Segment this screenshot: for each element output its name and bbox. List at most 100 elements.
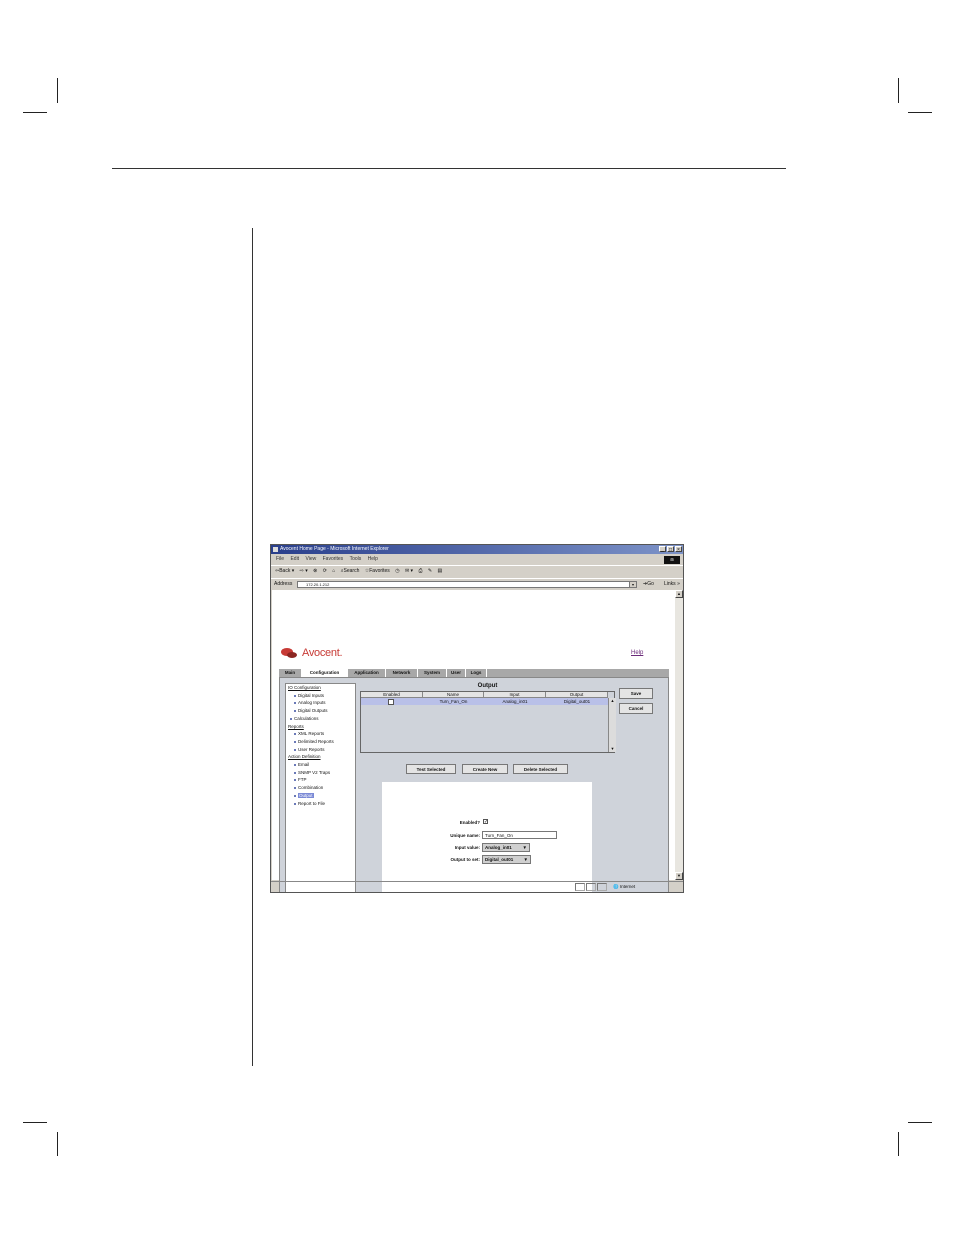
address-input[interactable]: 172.20.1.212 xyxy=(297,581,637,588)
status-bar: 🌐 Internet xyxy=(271,881,683,892)
stop-icon[interactable]: ⊗ xyxy=(313,568,317,574)
favorites-label: Favorites xyxy=(369,568,390,574)
delete-selected-button[interactable]: Delete Selected xyxy=(513,764,568,774)
scroll-down-icon[interactable]: ▼ xyxy=(675,872,683,880)
tree-reports[interactable]: Reports xyxy=(286,723,355,731)
tree-item-ftp[interactable]: FTP xyxy=(286,776,355,784)
tree-action-definition[interactable]: Action Definition xyxy=(286,753,355,761)
browser-window: Avocent Home Page - Microsoft Internet E… xyxy=(270,544,684,893)
tree-item-output-label: Output xyxy=(298,792,314,798)
tab-logs[interactable]: Logs xyxy=(466,669,487,677)
tree-io-configuration[interactable]: IO Configuration xyxy=(286,684,355,692)
input-value-text: Analog_in01 xyxy=(485,845,512,850)
tree-item-delimited-reports[interactable]: Delimited Reports xyxy=(286,738,355,746)
tab-main[interactable]: Main xyxy=(279,669,302,677)
enabled-checkbox[interactable]: ✓ xyxy=(483,819,488,825)
row-output: Digital_out01 xyxy=(563,699,591,704)
output-value-text: Digital_out01 xyxy=(485,857,514,862)
tree-item-calculations[interactable]: Calculations xyxy=(286,715,355,723)
row-input: Analog_in01 xyxy=(502,699,528,704)
margin-rule xyxy=(252,228,253,1066)
output-table-panel: Output Enabled Name Input Output Turn_Fa… xyxy=(360,683,616,753)
maximize-icon[interactable]: □ xyxy=(667,546,674,553)
links-button[interactable]: Links » xyxy=(664,579,680,590)
home-icon[interactable]: ⌂ xyxy=(332,568,335,574)
menu-tools[interactable]: Tools xyxy=(350,556,362,562)
internet-zone: 🌐 Internet xyxy=(613,884,636,889)
tree-item-analog-inputs[interactable]: Analog Inputs xyxy=(286,699,355,707)
help-link[interactable]: Help xyxy=(631,650,643,656)
menu-view[interactable]: View xyxy=(305,556,316,562)
panel-title: Output xyxy=(477,683,498,689)
crop-mark-bottom-right-h xyxy=(908,1122,932,1123)
discuss-icon[interactable]: ▤ xyxy=(437,568,442,574)
tree-item-output[interactable]: Output xyxy=(286,792,355,800)
forward-icon[interactable]: ⇨ ▾ xyxy=(300,568,308,574)
scroll-up-icon[interactable]: ▲ xyxy=(675,590,683,598)
scroll-up-icon[interactable]: ▲ xyxy=(609,698,616,704)
back-button[interactable]: ⇦Back ▾ xyxy=(275,568,294,574)
refresh-icon[interactable]: ⟳ xyxy=(323,568,327,574)
tree-item-combination[interactable]: Combination xyxy=(286,784,355,792)
tree-item-digital-outputs[interactable]: Digital Outputs xyxy=(286,707,355,715)
tab-user[interactable]: User xyxy=(447,669,466,677)
status-segment xyxy=(586,883,596,891)
output-to-set-select[interactable]: Digital_out01 ▼ xyxy=(482,855,531,864)
address-bar: Address 172.20.1.212 ▾ ➔Go Links » xyxy=(271,578,683,590)
save-button[interactable]: Save xyxy=(619,688,653,699)
close-icon[interactable]: × xyxy=(675,546,682,553)
status-segment xyxy=(597,883,607,891)
internet-zone-label: Internet xyxy=(619,884,636,889)
scroll-down-icon[interactable]: ▼ xyxy=(609,746,616,752)
tree-item-user-reports[interactable]: User Reports xyxy=(286,746,355,754)
window-title: Avocent Home Page - Microsoft Internet E… xyxy=(280,546,389,552)
tree-item-snmp-traps[interactable]: SNMP V2 Traps xyxy=(286,769,355,777)
tree-item-xml-reports[interactable]: XML Reports xyxy=(286,730,355,738)
links-label: Links xyxy=(664,581,676,587)
mail-icon[interactable]: ✉ ▾ xyxy=(405,568,413,574)
go-button[interactable]: ➔Go xyxy=(643,579,654,590)
status-segment xyxy=(575,883,585,891)
table-row[interactable]: Turn_Fan_On Analog_in01 Digital_out01 xyxy=(361,698,608,705)
crop-mark-top-left-v xyxy=(57,78,58,103)
tree-item-digital-inputs[interactable]: Digital Inputs xyxy=(286,692,355,700)
tab-configuration[interactable]: Configuration xyxy=(302,669,348,677)
input-value-select[interactable]: Analog_in01 ▼ xyxy=(482,843,530,852)
favorites-button[interactable]: ☆Favorites xyxy=(365,568,390,574)
page-scrollbar[interactable]: ▲ ▼ xyxy=(675,590,683,880)
create-new-button[interactable]: Create New xyxy=(462,764,508,774)
minimize-icon[interactable]: _ xyxy=(659,546,666,553)
chevron-down-icon: ▼ xyxy=(522,845,527,850)
tab-bar: Main Configuration Application Network S… xyxy=(279,669,669,677)
row-enabled-checkbox[interactable] xyxy=(388,699,394,705)
ie-icon xyxy=(273,547,278,552)
address-dropdown-icon[interactable]: ▾ xyxy=(629,581,637,588)
header-rule xyxy=(112,168,786,169)
crop-mark-bottom-left-v xyxy=(57,1132,58,1156)
tab-system[interactable]: System xyxy=(418,669,447,677)
address-label: Address xyxy=(274,581,293,587)
test-selected-button[interactable]: Test Selected xyxy=(406,764,456,774)
page-content: Avocent. Help Main Configuration Applica… xyxy=(272,590,675,892)
search-label: Search xyxy=(343,568,360,574)
tree-item-email[interactable]: Email xyxy=(286,761,355,769)
tab-network[interactable]: Network xyxy=(386,669,418,677)
crop-mark-top-right-v xyxy=(898,78,899,103)
tab-application[interactable]: Application xyxy=(348,669,386,677)
row-name: Turn_Fan_On xyxy=(439,699,468,704)
tree-item-report-to-file[interactable]: Report to File xyxy=(286,800,355,808)
table-scrollbar[interactable]: ▲ ▼ xyxy=(608,698,616,752)
print-icon[interactable]: ⎙ xyxy=(418,568,422,574)
search-button[interactable]: ⌕Search xyxy=(341,568,360,574)
menu-edit[interactable]: Edit xyxy=(290,556,299,562)
chevron-down-icon: ▼ xyxy=(523,857,528,862)
crop-mark-bottom-left-h xyxy=(23,1122,47,1123)
unique-name-input[interactable]: Turn_Fan_On xyxy=(482,831,557,839)
cancel-button[interactable]: Cancel xyxy=(619,703,653,714)
edit-icon[interactable]: ✎ xyxy=(428,568,432,574)
menu-favorites[interactable]: Favorites xyxy=(323,556,344,562)
history-icon[interactable]: ◷ xyxy=(395,568,399,574)
menu-file[interactable]: File xyxy=(276,556,284,562)
output-to-set-label: Output to set: xyxy=(450,857,481,862)
menu-help[interactable]: Help xyxy=(368,556,378,562)
